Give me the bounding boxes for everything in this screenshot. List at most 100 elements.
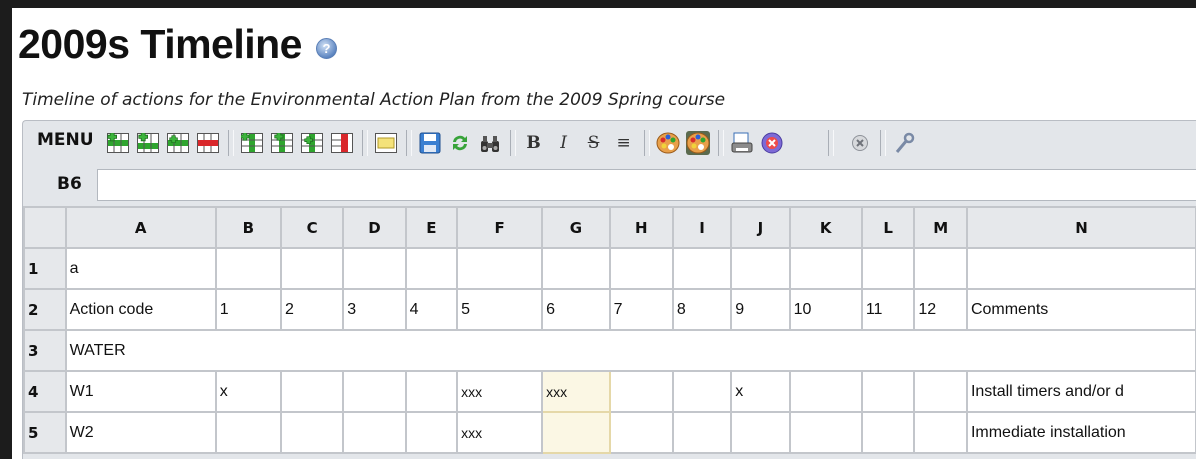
row-header[interactable]: 3: [23, 329, 67, 372]
column-header[interactable]: B: [214, 206, 282, 249]
table-cell[interactable]: x: [730, 370, 791, 413]
table-cell[interactable]: [404, 411, 459, 454]
table-cell[interactable]: 12: [913, 288, 968, 331]
table-cell[interactable]: [860, 247, 916, 290]
table-cell[interactable]: [279, 370, 345, 413]
column-header[interactable]: D: [342, 206, 407, 249]
table-cell[interactable]: [788, 411, 863, 454]
column-header[interactable]: C: [279, 206, 345, 249]
table-cell[interactable]: 2: [279, 288, 345, 331]
cancel-icon[interactable]: [760, 131, 784, 155]
column-header[interactable]: H: [608, 206, 674, 249]
table-cell[interactable]: [671, 411, 733, 454]
table-cell[interactable]: [214, 247, 282, 290]
merge-cells-icon[interactable]: [374, 131, 398, 155]
bold-icon[interactable]: B: [522, 133, 546, 153]
table-cell[interactable]: a: [64, 247, 217, 290]
table-cell[interactable]: [608, 411, 674, 454]
insert-row-before-icon[interactable]: [106, 131, 130, 155]
table-cell[interactable]: [342, 247, 407, 290]
column-header[interactable]: M: [913, 206, 968, 249]
table-cell[interactable]: [730, 247, 791, 290]
column-header[interactable]: I: [671, 206, 733, 249]
text-color-icon[interactable]: [656, 131, 680, 155]
corner-cell[interactable]: [23, 206, 67, 249]
settings-icon[interactable]: [892, 131, 916, 155]
italic-icon[interactable]: I: [552, 133, 576, 153]
refresh-icon[interactable]: [448, 131, 472, 155]
table-cell[interactable]: [965, 247, 1196, 290]
row-header[interactable]: 1: [23, 247, 67, 290]
table-cell[interactable]: [860, 370, 916, 413]
table-cell[interactable]: [913, 247, 968, 290]
table-cell[interactable]: [279, 411, 345, 454]
help-icon[interactable]: ?: [315, 37, 337, 59]
table-cell[interactable]: 6: [541, 288, 611, 331]
table-cell[interactable]: [279, 247, 345, 290]
table-cell[interactable]: [788, 370, 863, 413]
column-header[interactable]: L: [860, 206, 916, 249]
print-icon[interactable]: [730, 131, 754, 155]
table-cell[interactable]: [608, 247, 674, 290]
table-cell[interactable]: 4: [404, 288, 459, 331]
row-header[interactable]: 4: [23, 370, 67, 413]
close-icon[interactable]: [848, 131, 872, 155]
column-header[interactable]: G: [541, 206, 611, 249]
table-cell[interactable]: [342, 411, 407, 454]
table-cell[interactable]: xxx: [541, 370, 611, 413]
delete-row-icon[interactable]: [196, 131, 220, 155]
insert-row-icon[interactable]: [166, 131, 190, 155]
table-cell[interactable]: [456, 247, 544, 290]
table-cell[interactable]: 1: [214, 288, 282, 331]
insert-column-before-icon[interactable]: [240, 131, 264, 155]
insert-row-after-icon[interactable]: [136, 131, 160, 155]
table-cell[interactable]: Action code: [64, 288, 217, 331]
table-cell[interactable]: 9: [730, 288, 791, 331]
column-header[interactable]: A: [64, 206, 217, 249]
save-icon[interactable]: [418, 131, 442, 155]
table-cell[interactable]: [913, 411, 968, 454]
table-cell[interactable]: 5: [456, 288, 544, 331]
table-cell[interactable]: [788, 247, 863, 290]
merged-cell[interactable]: WATER: [64, 329, 1196, 372]
strikethrough-icon[interactable]: S: [582, 133, 606, 153]
table-cell[interactable]: 10: [788, 288, 863, 331]
table-cell[interactable]: [342, 370, 407, 413]
table-cell[interactable]: 3: [342, 288, 407, 331]
menu-button[interactable]: MENU: [37, 130, 94, 150]
delete-column-icon[interactable]: [330, 131, 354, 155]
table-cell[interactable]: 7: [608, 288, 674, 331]
insert-column-icon[interactable]: [300, 131, 324, 155]
table-cell[interactable]: [541, 411, 611, 454]
table-cell[interactable]: Comments: [965, 288, 1196, 331]
table-cell[interactable]: [404, 370, 459, 413]
table-cell[interactable]: [730, 411, 791, 454]
table-cell[interactable]: xxx: [456, 411, 544, 454]
find-icon[interactable]: [478, 131, 502, 155]
table-cell[interactable]: [860, 411, 916, 454]
table-cell[interactable]: W2: [64, 411, 217, 454]
column-header[interactable]: K: [788, 206, 863, 249]
column-header[interactable]: N: [965, 206, 1196, 249]
table-cell[interactable]: [671, 247, 733, 290]
table-cell[interactable]: W1: [64, 370, 217, 413]
table-cell[interactable]: [541, 247, 611, 290]
row-header[interactable]: 2: [23, 288, 67, 331]
table-cell[interactable]: [404, 247, 459, 290]
table-cell[interactable]: [913, 370, 968, 413]
table-cell[interactable]: 11: [860, 288, 916, 331]
table-cell[interactable]: xxx: [456, 370, 544, 413]
table-cell[interactable]: Install timers and/or d: [965, 370, 1196, 413]
insert-column-after-icon[interactable]: [270, 131, 294, 155]
table-cell[interactable]: [608, 370, 674, 413]
background-color-icon[interactable]: [685, 131, 710, 155]
table-cell[interactable]: 8: [671, 288, 733, 331]
table-cell[interactable]: [214, 411, 282, 454]
table-cell[interactable]: [671, 370, 733, 413]
table-cell[interactable]: x: [214, 370, 282, 413]
column-header[interactable]: F: [456, 206, 544, 249]
align-icon[interactable]: ≡: [612, 133, 636, 153]
column-header[interactable]: J: [730, 206, 791, 249]
table-cell[interactable]: Immediate installation: [965, 411, 1196, 454]
row-header[interactable]: 5: [23, 411, 67, 454]
